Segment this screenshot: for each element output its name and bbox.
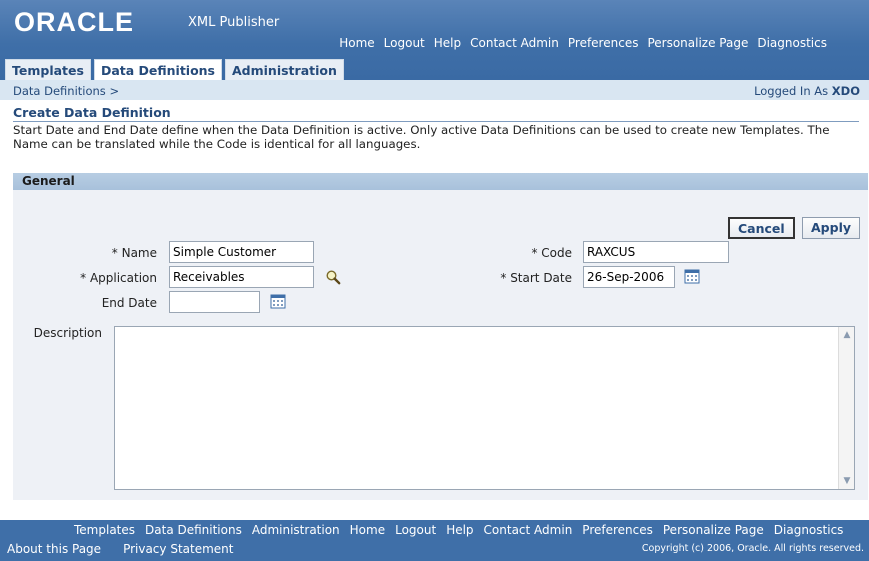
tab-templates[interactable]: Templates: [5, 59, 91, 80]
description-label: Description: [33, 326, 102, 340]
footer-nav-diagnostics[interactable]: Diagnostics: [774, 523, 844, 537]
product-name: XML Publisher: [188, 15, 280, 30]
tab-administration[interactable]: Administration: [225, 59, 344, 80]
logged-in-prefix: Logged In As: [754, 84, 829, 98]
global-nav-help[interactable]: Help: [434, 36, 461, 50]
name-label: * Name: [111, 246, 157, 260]
page-instructions: Start Date and End Date define when the …: [13, 123, 830, 151]
description-scrollbar[interactable]: ▲ ▼: [838, 327, 854, 489]
required-marker: *: [80, 271, 87, 285]
calendar-icon[interactable]: [684, 268, 700, 284]
calendar-icon[interactable]: [270, 293, 286, 309]
cancel-button[interactable]: Cancel: [728, 217, 795, 239]
footer-nav-administration[interactable]: Administration: [252, 523, 340, 537]
section-header: General: [13, 173, 868, 190]
logged-in-user: Logged In As XDO: [754, 84, 860, 98]
footer-nav-preferences[interactable]: Preferences: [582, 523, 653, 537]
tab-data-definitions[interactable]: Data Definitions: [93, 59, 222, 80]
footer-nav-home[interactable]: Home: [350, 523, 385, 537]
footer-nav-templates[interactable]: Templates: [74, 523, 135, 537]
code-field[interactable]: RAXCUS: [583, 241, 729, 263]
end-date-label: End Date: [101, 296, 157, 310]
privacy-statement-link[interactable]: Privacy Statement: [123, 542, 233, 556]
required-marker: *: [531, 246, 538, 260]
start-date-label: * Start Date: [500, 271, 572, 285]
tab-bar: Templates Data Definitions Administratio…: [5, 59, 344, 80]
global-nav-home[interactable]: Home: [339, 36, 374, 50]
breadcrumb[interactable]: Data Definitions >: [13, 84, 119, 98]
end-date-field[interactable]: [169, 291, 260, 313]
required-marker: *: [500, 271, 507, 285]
footer-nav-logout[interactable]: Logout: [395, 523, 436, 537]
global-nav-contact-admin[interactable]: Contact Admin: [470, 36, 559, 50]
global-nav-preferences[interactable]: Preferences: [568, 36, 639, 50]
start-date-field[interactable]: 26-Sep-2006: [583, 266, 675, 288]
copyright: Copyright (c) 2006, Oracle. All rights r…: [641, 543, 864, 554]
global-nav-diagnostics[interactable]: Diagnostics: [757, 36, 827, 50]
footer-nav-help[interactable]: Help: [446, 523, 473, 537]
logged-in-username: XDO: [831, 84, 860, 98]
scroll-down-icon[interactable]: ▼: [840, 474, 854, 488]
footer-nav-personalize-page[interactable]: Personalize Page: [663, 523, 764, 537]
required-marker: *: [111, 246, 118, 260]
scroll-up-icon[interactable]: ▲: [840, 328, 854, 342]
footer-nav: Templates Data Definitions Administratio…: [74, 523, 843, 537]
oracle-logo: ORACLE: [14, 7, 134, 37]
apply-button[interactable]: Apply: [802, 217, 861, 239]
application-label: * Application: [80, 271, 157, 285]
name-field[interactable]: Simple Customer Listing: [169, 241, 314, 279]
sub-nav-bar: [0, 80, 869, 100]
footer-nav-data-definitions[interactable]: Data Definitions: [145, 523, 242, 537]
footer-links: About this Page Privacy Statement: [7, 542, 233, 556]
global-nav: Home Logout Help Contact Admin Preferenc…: [339, 36, 827, 50]
global-nav-logout[interactable]: Logout: [384, 36, 425, 50]
application-field[interactable]: Receivables: [169, 266, 314, 288]
search-icon[interactable]: [325, 269, 341, 285]
about-page-link[interactable]: About this Page: [7, 542, 101, 556]
global-nav-personalize-page[interactable]: Personalize Page: [647, 36, 748, 50]
code-label: * Code: [531, 246, 572, 260]
description-textarea[interactable]: ▲ ▼: [114, 326, 855, 490]
footer-nav-contact-admin[interactable]: Contact Admin: [484, 523, 573, 537]
page-title: Create Data Definition: [13, 105, 859, 122]
